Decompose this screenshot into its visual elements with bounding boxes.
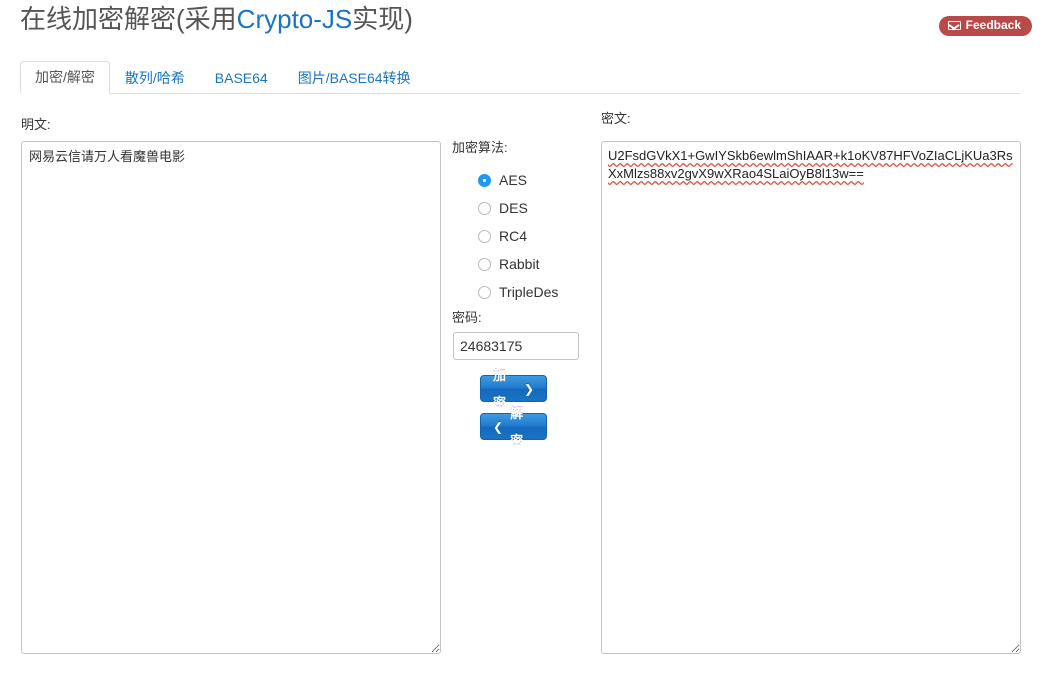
- radio-option-rc4[interactable]: RC4: [478, 222, 598, 250]
- tab-hash[interactable]: 散列/哈希: [110, 62, 200, 94]
- radio-dot-icon: [478, 257, 491, 271]
- radio-label: DES: [499, 200, 528, 216]
- envelope-icon: [947, 21, 961, 30]
- tab-encrypt-decrypt[interactable]: 加密/解密: [20, 61, 110, 94]
- page-title: 在线加密解密(采用Crypto-JS实现): [20, 2, 413, 36]
- password-label: 密码:: [452, 310, 482, 325]
- tab-label: 加密/解密: [35, 69, 95, 85]
- algorithm-label: 加密算法:: [452, 140, 508, 155]
- cryptojs-link[interactable]: Crypto-JS: [237, 4, 353, 34]
- radio-option-rabbit[interactable]: Rabbit: [478, 250, 598, 278]
- radio-option-des[interactable]: DES: [478, 194, 598, 222]
- radio-label: Rabbit: [499, 256, 540, 272]
- radio-dot-icon: [478, 173, 491, 187]
- decrypt-button[interactable]: ❮ 解密: [480, 406, 547, 448]
- tab-base64[interactable]: BASE64: [200, 62, 283, 94]
- page-title-suffix: 实现): [352, 4, 413, 34]
- radio-option-aes[interactable]: AES: [478, 166, 598, 194]
- tab-label: 图片/BASE64转换: [297, 70, 411, 86]
- tab-label: 散列/哈希: [124, 70, 185, 86]
- algorithm-radio-group: AES DES RC4 Rabbit TripleDes: [478, 166, 598, 306]
- feedback-label: Feedback: [965, 18, 1021, 32]
- password-input[interactable]: [453, 332, 579, 360]
- radio-dot-icon: [478, 285, 491, 299]
- chevron-right-icon: ❯: [523, 381, 534, 396]
- radio-dot-icon: [478, 201, 491, 215]
- tab-image-base64[interactable]: 图片/BASE64转换: [283, 62, 426, 94]
- page-title-prefix: 在线加密解密(采用: [20, 4, 237, 34]
- decrypt-label: 解密: [510, 405, 524, 448]
- tab-bar: 加密/解密 散列/哈希 BASE64 图片/BASE64转换: [20, 61, 1020, 94]
- radio-label: AES: [499, 172, 528, 188]
- radio-label: TripleDes: [499, 284, 559, 300]
- encrypt-button[interactable]: 加密 ❯: [480, 368, 547, 410]
- ciphertext-output[interactable]: [601, 141, 1021, 654]
- radio-dot-icon: [478, 229, 491, 243]
- feedback-button[interactable]: Feedback: [938, 16, 1032, 36]
- radio-label: RC4: [499, 228, 528, 244]
- chevron-left-icon: ❮: [493, 419, 504, 434]
- radio-option-tripledes[interactable]: TripleDes: [478, 278, 598, 306]
- ciphertext-label: 密文:: [601, 111, 631, 126]
- plaintext-label: 明文:: [21, 117, 51, 132]
- tab-label: BASE64: [214, 70, 268, 86]
- plaintext-input[interactable]: 网易云信请万人看魔兽电影: [21, 141, 441, 654]
